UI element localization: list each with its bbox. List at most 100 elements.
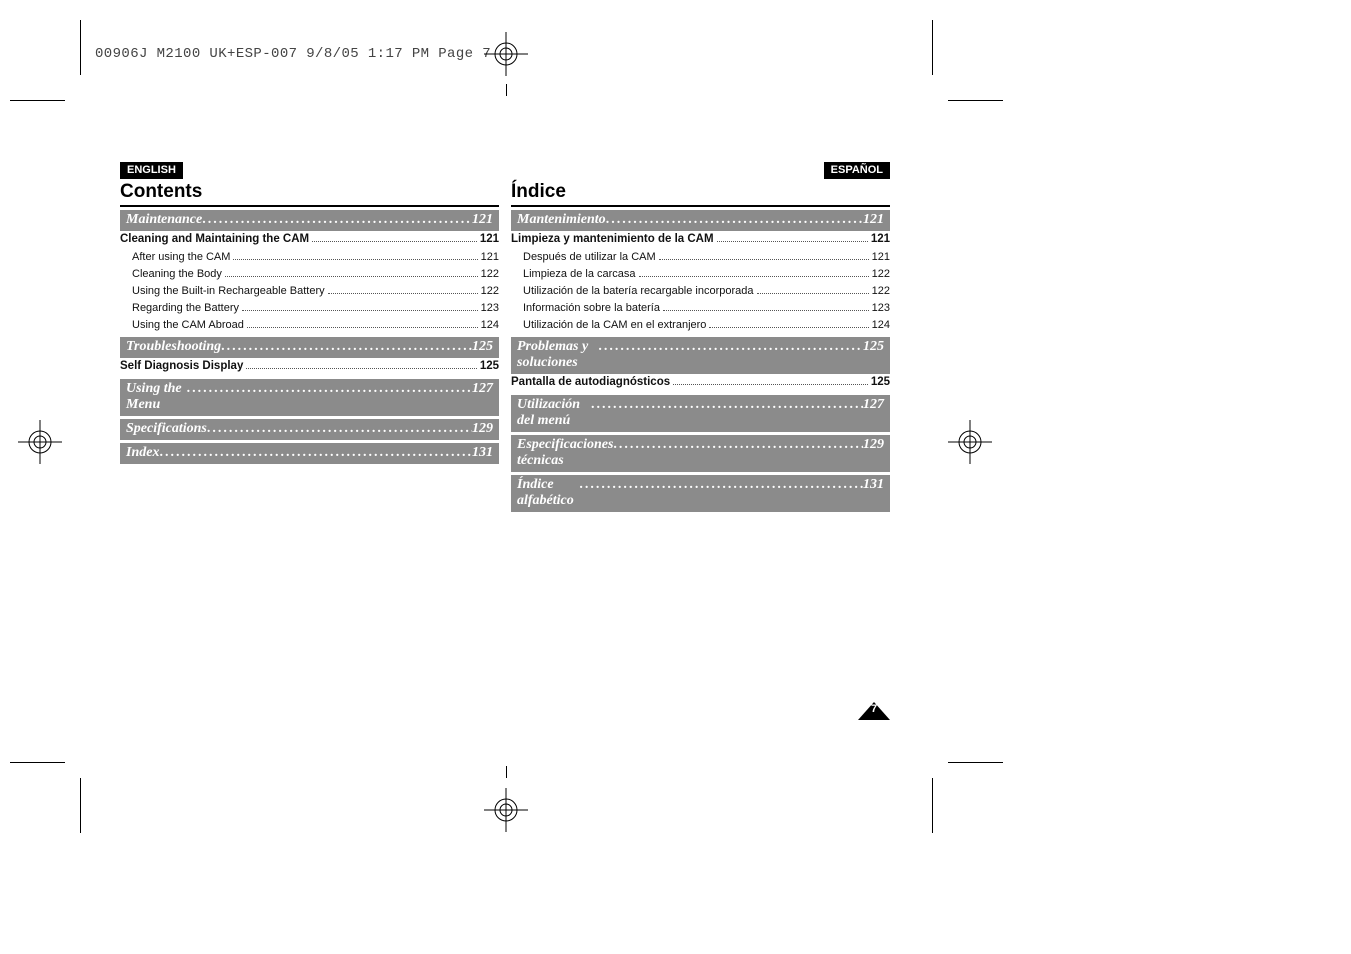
toc-row-page: 121 [480,231,499,249]
toc-row-leader [709,319,868,328]
toc-row: Using the CAM Abroad124 [120,317,499,334]
registration-mark-top [484,32,528,76]
lang-tab-espanol: ESPAÑOL [824,162,890,179]
toc-row-label: Cleaning the Body [132,266,222,283]
spine-tick-top [506,84,507,96]
toc-row: Self Diagnosis Display 125 [120,358,499,376]
crop-mark [10,100,65,101]
toc-row: Después de utilizar la CAM121 [511,249,890,266]
toc-row-page: 122 [481,283,499,300]
toc-band-leader: ........................................… [613,437,863,453]
toc-row: Limpieza de la carcasa 122 [511,266,890,283]
crop-mark [10,762,65,763]
toc-band-label: Using the Menu [126,381,187,413]
crop-mark [932,778,933,833]
toc-row-label: Cleaning and Maintaining the CAM [120,231,309,249]
crop-mark [948,100,1003,101]
column-espanol: ESPAÑOL Índice Mantenimiento ...........… [505,160,890,512]
toc-row-leader [673,375,868,385]
toc-band-label: Problemas y soluciones [517,339,598,371]
toc-row-label: Utilización de la CAM en el extranjero [523,317,706,334]
page-number-badge: 7 [858,702,890,720]
toc-container-left: Maintenance ............................… [120,210,499,464]
toc-row: Using the Built-in Rechargeable Battery 1… [120,283,499,300]
toc-row: Utilización de la CAM en el extranjero 12… [511,317,890,334]
toc-band-leader: ........................................… [221,339,472,355]
toc-row-leader [328,285,478,294]
toc-band: Index ..................................… [120,443,499,464]
toc-row-page: 125 [480,358,499,376]
toc-row-leader [246,359,476,369]
toc-row-page: 122 [481,266,499,283]
toc-row: Utilización de la batería recargable inc… [511,283,890,300]
toc-row-page: 123 [872,300,890,317]
registration-mark-right [948,420,992,464]
crop-mark [80,20,81,75]
toc-band-leader: ........................................… [598,339,863,355]
toc-row-label: Limpieza y mantenimiento de la CAM [511,231,714,249]
toc-row-leader [663,302,869,311]
page-number: 7 [858,703,890,715]
toc-row-page: 121 [872,249,890,266]
toc-row-page: 122 [872,266,890,283]
toc-row-label: Información sobre la batería [523,300,660,317]
toc-row-label: Self Diagnosis Display [120,358,243,376]
toc-band-leader: ........................................… [202,212,472,228]
toc-row-label: Regarding the Battery [132,300,239,317]
toc-band: Índice alfabético ......................… [511,475,890,512]
toc-band-page: 127 [863,397,884,413]
toc-band-page: 121 [472,212,493,228]
toc-band-page: 129 [863,437,884,453]
toc-band: Utilización del menú ...................… [511,395,890,432]
spine-tick-bottom [506,766,507,778]
toc-band-leader: ........................................… [591,397,863,413]
column-english: ENGLISH Contents Maintenance ...........… [120,160,505,512]
toc-row-leader [225,268,478,277]
toc-band-page: 121 [863,212,884,228]
film-slug-line: 00906J M2100 UK+ESP-007 9/8/05 1:17 PM P… [95,46,491,62]
toc-row-leader [659,250,869,259]
registration-mark-bottom [484,788,528,832]
toc-row: Cleaning the Body 122 [120,266,499,283]
toc-band: Maintenance ............................… [120,210,499,231]
toc-band-label: Utilización del menú [517,397,591,429]
toc-row-leader [717,232,868,242]
toc-band-page: 125 [863,339,884,355]
toc-band-label: Especificaciones técnicas [517,437,613,469]
toc-row-leader [247,319,478,328]
toc-band-label: Specifications [126,421,207,437]
toc-band-leader: ........................................… [207,421,472,437]
toc-band: Mantenimiento ..........................… [511,210,890,231]
toc-container-right: Mantenimiento ..........................… [511,210,890,512]
toc-row-page: 122 [872,283,890,300]
toc-band: Troubleshooting ........................… [120,337,499,358]
toc-band-page: 127 [472,381,493,397]
toc-band: Especificaciones técnicas ..............… [511,435,890,472]
toc-row-label: Limpieza de la carcasa [523,266,636,283]
toc-band-page: 125 [472,339,493,355]
toc-band-label: Índice alfabético [517,477,579,509]
toc-band-page: 129 [472,421,493,437]
content-frame: ENGLISH Contents Maintenance ...........… [120,160,890,720]
toc-row-label: Using the Built-in Rechargeable Battery [132,283,325,300]
section-title-contents: Contents [120,181,499,207]
toc-row: After using the CAM121 [120,249,499,266]
toc-row-label: Pantalla de autodiagnósticos [511,374,670,392]
toc-row: Limpieza y mantenimiento de la CAM 121 [511,231,890,249]
toc-row-leader [639,268,869,277]
toc-band-page: 131 [472,445,493,461]
section-title-indice: Índice [511,181,890,207]
toc-band-leader: ........................................… [159,445,472,461]
toc-row-page: 124 [872,317,890,334]
toc-row: Pantalla de autodiagnósticos125 [511,374,890,392]
toc-row-label: Using the CAM Abroad [132,317,244,334]
toc-row: Cleaning and Maintaining the CAM 121 [120,231,499,249]
toc-row: Información sobre la batería 123 [511,300,890,317]
toc-row-page: 123 [481,300,499,317]
toc-row-label: After using the CAM [132,249,230,266]
crop-mark [80,778,81,833]
toc-row-page: 121 [871,231,890,249]
toc-band-label: Maintenance [126,212,202,228]
toc-band-label: Mantenimiento [517,212,606,228]
crop-mark [948,762,1003,763]
